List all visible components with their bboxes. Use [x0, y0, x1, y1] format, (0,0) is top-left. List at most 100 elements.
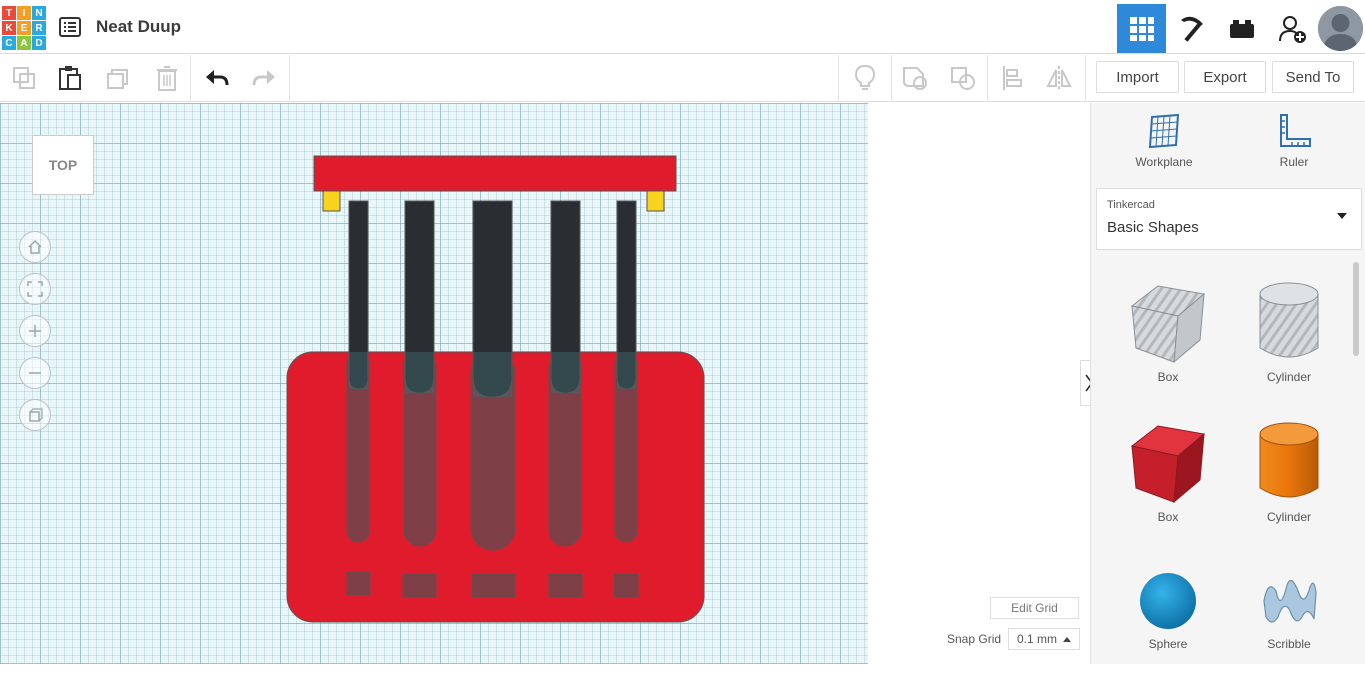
snap-grid-value: 0.1 mm — [1017, 632, 1058, 646]
import-button[interactable]: Import — [1096, 61, 1179, 93]
export-button[interactable]: Export — [1184, 61, 1266, 93]
ungroup-button[interactable] — [946, 61, 980, 95]
shape-name: Cylinder — [1266, 370, 1311, 384]
paste-icon — [59, 66, 81, 90]
undo-icon — [206, 70, 229, 86]
plus-icon — [29, 325, 41, 337]
logo-letter: E — [17, 21, 31, 35]
redo-button[interactable] — [247, 61, 281, 95]
home-view-button[interactable] — [19, 231, 51, 263]
top-bar: TIN KER CAD Neat Duup — [0, 0, 1365, 54]
shape-name: Box — [1157, 510, 1179, 524]
trash-icon — [157, 66, 177, 91]
cylinder-hole-icon — [1259, 282, 1319, 358]
logo-letter: D — [32, 36, 46, 50]
shape-name: Scribble — [1267, 637, 1311, 651]
shape-library-select[interactable]: Tinkercad Basic Shapes — [1096, 188, 1362, 250]
pickaxe-icon — [1180, 16, 1203, 42]
redo-icon — [252, 70, 275, 86]
panel-scrollbar[interactable] — [1353, 262, 1359, 356]
chevron-down-icon — [1337, 213, 1347, 219]
ruler-tool[interactable]: Ruler — [1234, 113, 1354, 177]
ortho-icon — [29, 408, 43, 422]
ruler-icon — [1280, 114, 1311, 147]
group-icon — [903, 67, 927, 90]
shape-name: Sphere — [1148, 637, 1188, 651]
library-name: Basic Shapes — [1107, 219, 1199, 236]
logo-letter: T — [2, 6, 16, 20]
align-button[interactable] — [995, 61, 1029, 95]
ungroup-icon — [951, 67, 975, 90]
logo-letter: R — [32, 21, 46, 35]
minus-icon — [29, 372, 41, 374]
bricks-icon — [1229, 19, 1254, 38]
edit-grid-button[interactable]: Edit Grid — [990, 597, 1079, 619]
shape-cylinder[interactable]: Cylinder — [1234, 418, 1344, 542]
align-icon — [1003, 66, 1022, 90]
shape-scribble[interactable]: Scribble — [1234, 561, 1344, 685]
snap-grid-select[interactable]: 0.1 mm — [1008, 628, 1080, 650]
logo-letter: N — [32, 6, 46, 20]
workplane-margin — [868, 103, 1090, 664]
perspective-button[interactable] — [19, 399, 51, 431]
shape-sphere[interactable]: Sphere — [1113, 561, 1223, 685]
workplane-icon — [1148, 113, 1180, 149]
duplicate-icon — [107, 69, 128, 89]
shape-cylinder-hole[interactable]: Cylinder — [1234, 278, 1344, 402]
shapes-panel: Workplane Ruler Tinkercad Basic Shapes B… — [1090, 103, 1365, 664]
zoom-out-button[interactable] — [19, 357, 51, 389]
fit-all-icon — [27, 281, 43, 297]
design-list-icon[interactable] — [58, 15, 82, 39]
logo-letter: C — [2, 36, 16, 50]
model-peg-left — [322, 190, 341, 212]
grid-view-button[interactable] — [1117, 4, 1166, 53]
scribble-icon — [1263, 579, 1317, 623]
duplicate-button[interactable] — [102, 61, 136, 95]
shape-name: Box — [1157, 370, 1179, 384]
cylinder-icon — [1259, 422, 1319, 498]
lightbulb-icon — [854, 64, 876, 90]
copy-icon — [13, 67, 35, 89]
copy-button[interactable] — [7, 61, 41, 95]
edit-toolbar: Import Export Send To — [0, 55, 1365, 102]
mirror-button[interactable] — [1042, 61, 1076, 95]
home-icon — [28, 239, 42, 254]
paste-button[interactable] — [53, 61, 87, 95]
send-to-button[interactable]: Send To — [1272, 61, 1354, 93]
logo-letter: A — [17, 36, 31, 50]
workplane-tool[interactable]: Workplane — [1104, 113, 1224, 177]
zoom-in-button[interactable] — [19, 315, 51, 347]
mirror-icon — [1046, 66, 1072, 90]
group-button[interactable] — [898, 61, 932, 95]
logo-letter: K — [2, 21, 16, 35]
add-user-icon — [1278, 15, 1306, 43]
model-top-bar — [313, 155, 677, 192]
snap-grid-label: Snap Grid — [947, 632, 1002, 646]
shape-box[interactable]: Box — [1113, 418, 1223, 542]
box-hole-icon — [1130, 285, 1206, 364]
tinkercad-logo[interactable]: TIN KER CAD — [2, 6, 46, 50]
model-peg-right — [646, 190, 665, 212]
library-category: Tinkercad — [1107, 199, 1155, 211]
caret-up-icon — [1063, 637, 1071, 642]
fit-view-button[interactable] — [19, 273, 51, 305]
box-icon — [1130, 425, 1206, 504]
logo-letter: I — [17, 6, 31, 20]
minecraft-button[interactable] — [1167, 4, 1216, 53]
lego-bricks-button[interactable] — [1217, 4, 1266, 53]
delete-button[interactable] — [150, 61, 184, 95]
undo-button[interactable] — [200, 61, 234, 95]
share-button[interactable] — [1267, 4, 1316, 53]
design-model — [286, 155, 705, 623]
workplane-label: Workplane — [1135, 155, 1193, 169]
shape-box-hole[interactable]: Box — [1113, 278, 1223, 402]
view-cube[interactable]: TOP — [32, 135, 94, 195]
workplane-grid[interactable] — [0, 103, 868, 664]
grid-view-icon — [1129, 16, 1154, 41]
sphere-icon — [1140, 573, 1196, 629]
project-title[interactable]: Neat Duup — [96, 17, 181, 37]
ruler-label: Ruler — [1279, 155, 1309, 169]
shape-name: Cylinder — [1266, 510, 1311, 524]
notes-button[interactable] — [848, 61, 882, 95]
user-avatar[interactable] — [1318, 6, 1363, 51]
